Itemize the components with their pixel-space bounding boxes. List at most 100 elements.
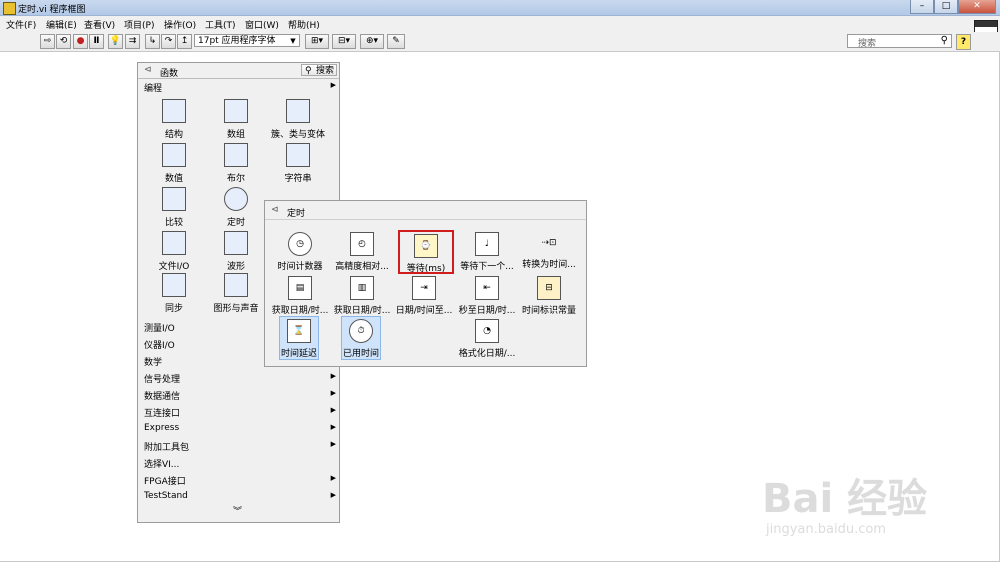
expand-palette-icon[interactable]: ︾ <box>233 504 242 517</box>
palette-item-graphics-sound[interactable]: 图形与声音 <box>206 273 266 315</box>
subpalette-title: 定时 <box>287 209 306 219</box>
menu-tools[interactable]: 工具(T) <box>205 18 236 31</box>
string-icon <box>286 143 310 167</box>
search-icon[interactable]: ⚲ <box>941 35 948 46</box>
palette-item-array[interactable]: 数组 <box>206 99 266 141</box>
category-measurement-io[interactable]: 测量I/O <box>144 321 175 334</box>
font-select[interactable]: 17pt 应用程序字体 ▼ <box>194 34 300 47</box>
graphics-sound-icon <box>224 273 248 297</box>
retain-wire-values-icon[interactable]: ⇉ <box>125 34 140 49</box>
subpalette-item-convert-time[interactable]: ⇢⊡ 转换为时间... <box>518 232 580 272</box>
palette-item-structures[interactable]: 结构 <box>144 99 204 141</box>
clean-diagram-icon[interactable]: ✎ <box>387 34 405 49</box>
subpalette-item-time-delay[interactable]: ⌛ 时间延迟 <box>279 316 319 360</box>
window-title: 定时.vi 程序框图 <box>18 5 86 15</box>
cluster-icon <box>286 99 310 123</box>
toolbar: ⇨ ⟲ ● Ⅱ 💡 ⇉ ↳ ↷ ↥ 17pt 应用程序字体 ▼ ⊞▾ ⊟▾ ⊕▾… <box>0 32 1000 52</box>
menu-file[interactable]: 文件(F) <box>6 18 36 31</box>
subpalette-item-elapsed-time[interactable]: ⏱ 已用时间 <box>341 316 381 360</box>
menu-help[interactable]: 帮助(H) <box>288 18 320 31</box>
minimize-button[interactable]: – <box>910 0 934 14</box>
category-math[interactable]: 数学 <box>144 355 162 368</box>
menu-bar: 文件(F) 编辑(E) 查看(V) 项目(P) 操作(O) 工具(T) 窗口(W… <box>0 16 1000 32</box>
palette-item-sync[interactable]: 同步 <box>144 273 204 315</box>
category-express[interactable]: Express <box>144 423 179 433</box>
wait-ms-icon: ⌚ <box>414 234 438 258</box>
category-fpga-interface[interactable]: FPGA接口 <box>144 474 186 487</box>
numeric-icon <box>162 143 186 167</box>
palette-section-programming[interactable]: 编程 <box>144 81 162 94</box>
subpalette-item-high-res-timer[interactable]: ◴ 高精度相对... <box>331 232 393 272</box>
palette-item-file-io[interactable]: 文件I/O <box>144 231 204 273</box>
subpalette-item-tick-count[interactable]: ◷ 时间计数器 <box>269 232 331 272</box>
category-data-communication[interactable]: 数据通信 <box>144 389 180 402</box>
category-connectivity[interactable]: 互连接口 <box>144 406 180 419</box>
palette-search-label: 搜索 <box>315 66 334 76</box>
category-signal-processing[interactable]: 信号处理 <box>144 372 180 385</box>
high-res-timer-icon: ◴ <box>350 232 374 256</box>
palette-item-boolean[interactable]: 布尔 <box>206 143 266 185</box>
run-arrow-icon[interactable]: ⇨ <box>40 34 55 49</box>
subpalette-item-get-date-time-string[interactable]: ▤ 获取日期/时... <box>269 276 331 316</box>
boolean-icon <box>224 143 248 167</box>
menu-project[interactable]: 项目(P) <box>124 18 154 31</box>
reorder-icon[interactable]: ⊕▾ <box>360 34 384 49</box>
chevron-right-icon: ▶ <box>330 474 336 482</box>
abort-icon[interactable]: ● <box>73 34 88 49</box>
subpalette-item-wait-next[interactable]: ♩ 等待下一个... <box>456 232 518 272</box>
chevron-right-icon: ▶ <box>330 423 336 431</box>
waveform-icon <box>224 231 248 255</box>
elapsed-time-icon: ⏱ <box>349 319 373 343</box>
menu-window[interactable]: 窗口(W) <box>245 18 279 31</box>
palette-search-button[interactable]: ⚲ 搜索 <box>301 64 337 76</box>
run-continuous-icon[interactable]: ⟲ <box>56 34 71 49</box>
subpalette-item-date-time-to-seconds[interactable]: ⇥ 日期/时间至... <box>393 276 455 316</box>
search-icon: ⚲ <box>305 66 312 76</box>
palette-item-waveform[interactable]: 波形 <box>206 231 266 273</box>
search-placeholder: 搜索 <box>858 39 877 49</box>
subpalette-item-wait-ms[interactable]: ⌚ 等待(ms) <box>398 230 454 274</box>
get-date-time-icon: ▤ <box>288 276 312 300</box>
step-into-icon[interactable]: ↳ <box>145 34 160 49</box>
palette-item-comparison[interactable]: 比较 <box>144 187 204 229</box>
context-help-button[interactable]: ? <box>956 34 971 50</box>
step-over-icon[interactable]: ↷ <box>161 34 176 49</box>
structures-icon <box>162 99 186 123</box>
hourglass-icon: ⌛ <box>287 319 311 343</box>
palette-item-numeric[interactable]: 数值 <box>144 143 204 185</box>
pause-icon[interactable]: Ⅱ <box>89 34 104 49</box>
timing-subpalette: ⊲ 定时 ◷ 时间计数器 ◴ 高精度相对... ⌚ 等待(ms) ♩ 等待下一个… <box>264 200 587 367</box>
palette-item-string[interactable]: 字符串 <box>268 143 328 185</box>
subpalette-header: ⊲ 定时 <box>265 201 586 220</box>
menu-operate[interactable]: 操作(O) <box>164 18 196 31</box>
subpalette-item-seconds-to-date-time[interactable]: ⇤ 秒至日期/时... <box>456 276 518 316</box>
stopwatch-icon: ◷ <box>288 232 312 256</box>
category-instrument-io[interactable]: 仪器I/O <box>144 338 175 351</box>
close-button[interactable]: ✕ <box>958 0 996 14</box>
format-date-icon: ◔ <box>475 319 499 343</box>
maximize-button[interactable]: □ <box>934 0 958 14</box>
step-out-icon[interactable]: ↥ <box>177 34 192 49</box>
pin-icon[interactable]: ⊲ <box>271 205 279 215</box>
menu-view[interactable]: 查看(V) <box>84 18 115 31</box>
category-addons[interactable]: 附加工具包 <box>144 440 189 453</box>
seconds-to-date-icon: ⇤ <box>475 276 499 300</box>
labview-app-icon <box>3 2 16 15</box>
baidu-watermark: Bai 经验 jingyan.baidu.com <box>762 466 972 546</box>
category-teststand[interactable]: TestStand <box>144 491 188 501</box>
subpalette-item-format-date-time[interactable]: ◔ 格式化日期/... <box>456 319 518 359</box>
menu-edit[interactable]: 编辑(E) <box>46 18 77 31</box>
search-input[interactable]: 搜索 ⚲ <box>847 34 952 49</box>
metronome-icon: ♩ <box>475 232 499 256</box>
palette-item-timing[interactable]: 定时 <box>206 187 266 229</box>
subpalette-item-timestamp-constant[interactable]: ⊟ 时间标识常量 <box>518 276 580 316</box>
palette-item-cluster[interactable]: 簇、类与变体 <box>268 99 328 141</box>
highlight-execution-icon[interactable]: 💡 <box>108 34 123 49</box>
pin-icon[interactable]: ⊲ <box>144 65 152 75</box>
chevron-right-icon: ▶ <box>330 81 336 89</box>
subpalette-item-get-date-time-seconds[interactable]: ▥ 获取日期/时... <box>331 276 393 316</box>
align-objects-icon[interactable]: ⊞▾ <box>305 34 329 49</box>
distribute-objects-icon[interactable]: ⊟▾ <box>332 34 356 49</box>
palette-title: 函数 <box>160 69 179 79</box>
category-select-vi[interactable]: 选择VI... <box>144 457 179 470</box>
